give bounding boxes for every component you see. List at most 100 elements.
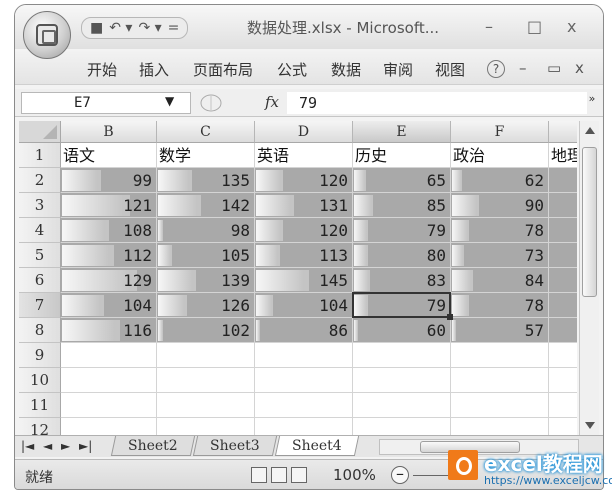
close-button[interactable]: x <box>567 17 576 36</box>
row-header[interactable]: 2 <box>19 168 61 193</box>
help-icon[interactable]: ? <box>487 60 505 78</box>
data-cell[interactable]: 60 <box>353 318 451 343</box>
empty-cell[interactable] <box>549 368 577 393</box>
data-cell[interactable] <box>549 318 577 343</box>
data-cell[interactable]: 126 <box>157 293 255 318</box>
normal-view-icon[interactable] <box>251 467 267 483</box>
row-header[interactable]: 1 <box>19 143 61 168</box>
empty-cell[interactable] <box>255 418 353 435</box>
empty-cell[interactable] <box>61 368 157 393</box>
empty-cell[interactable] <box>255 368 353 393</box>
data-cell[interactable]: 99 <box>61 168 157 193</box>
row-header[interactable]: 7 <box>19 293 61 318</box>
data-cell[interactable]: 104 <box>61 293 157 318</box>
empty-cell[interactable] <box>157 368 255 393</box>
data-cell[interactable]: 86 <box>255 318 353 343</box>
ribbon-close-button[interactable]: x <box>575 59 584 77</box>
last-sheet-icon[interactable]: ►| <box>79 439 92 453</box>
data-cell[interactable]: 90 <box>451 193 549 218</box>
zoom-out-button[interactable]: – <box>391 466 409 484</box>
data-cell[interactable] <box>549 268 577 293</box>
data-cell[interactable]: 57 <box>451 318 549 343</box>
empty-cell[interactable] <box>157 393 255 418</box>
select-all-corner[interactable] <box>19 121 61 143</box>
page-layout-view-icon[interactable] <box>271 467 287 483</box>
data-cell[interactable]: 121 <box>61 193 157 218</box>
header-cell[interactable]: 历史 <box>353 143 451 168</box>
header-cell[interactable]: 地理 <box>549 143 577 168</box>
empty-cell[interactable] <box>157 343 255 368</box>
data-cell[interactable]: 80 <box>353 243 451 268</box>
tab-home[interactable]: 开始 <box>87 59 117 80</box>
column-header[interactable]: D <box>255 121 353 143</box>
row-header[interactable]: 11 <box>19 393 61 418</box>
scroll-down-icon[interactable] <box>585 422 595 429</box>
empty-cell[interactable] <box>353 418 451 435</box>
column-header[interactable]: B <box>61 121 157 143</box>
insert-function-icon[interactable]: fx <box>265 93 279 111</box>
column-header[interactable]: E <box>353 121 451 143</box>
save-icon[interactable]: ■ <box>90 20 103 36</box>
data-cell[interactable]: 129 <box>61 268 157 293</box>
data-cell[interactable]: 79 <box>353 218 451 243</box>
maximize-button[interactable]: □ <box>527 17 542 36</box>
tab-formulas[interactable]: 公式 <box>277 59 307 80</box>
empty-cell[interactable] <box>451 393 549 418</box>
fill-handle[interactable] <box>447 314 453 320</box>
data-cell[interactable]: 98 <box>157 218 255 243</box>
column-header[interactable] <box>549 121 577 143</box>
page-break-view-icon[interactable] <box>291 467 307 483</box>
ribbon-restore-button[interactable]: ▭ <box>547 59 561 77</box>
empty-cell[interactable] <box>255 393 353 418</box>
sheet-tab-4[interactable]: Sheet4 <box>274 436 360 456</box>
empty-cell[interactable] <box>549 418 577 435</box>
data-cell[interactable]: 105 <box>157 243 255 268</box>
office-button[interactable] <box>23 11 71 59</box>
data-cell[interactable]: 113 <box>255 243 353 268</box>
row-header[interactable]: 4 <box>19 218 61 243</box>
data-cell[interactable]: 78 <box>451 293 549 318</box>
row-header[interactable]: 10 <box>19 368 61 393</box>
formula-input[interactable]: 79 <box>287 92 587 114</box>
data-cell[interactable]: 65 <box>353 168 451 193</box>
data-cell[interactable] <box>549 293 577 318</box>
expand-formula-bar-button[interactable]: » <box>585 92 599 114</box>
data-cell[interactable]: 83 <box>353 268 451 293</box>
column-header[interactable]: F <box>451 121 549 143</box>
row-header[interactable]: 8 <box>19 318 61 343</box>
worksheet-grid[interactable]: BCDEF123456789101112语文数学英语历史政治地理99135120… <box>19 121 577 435</box>
header-cell[interactable]: 语文 <box>61 143 157 168</box>
vertical-scroll-thumb[interactable] <box>582 147 597 297</box>
active-cell-outline[interactable] <box>352 292 451 318</box>
empty-cell[interactable] <box>549 343 577 368</box>
empty-cell[interactable] <box>451 418 549 435</box>
data-cell[interactable]: 78 <box>451 218 549 243</box>
data-cell[interactable]: 120 <box>255 218 353 243</box>
data-cell[interactable]: 139 <box>157 268 255 293</box>
empty-cell[interactable] <box>61 393 157 418</box>
empty-cell[interactable] <box>353 343 451 368</box>
data-cell[interactable]: 120 <box>255 168 353 193</box>
tab-page-layout[interactable]: 页面布局 <box>193 59 253 80</box>
row-header[interactable]: 6 <box>19 268 61 293</box>
data-cell[interactable]: 131 <box>255 193 353 218</box>
data-cell[interactable]: 73 <box>451 243 549 268</box>
row-header[interactable]: 9 <box>19 343 61 368</box>
data-cell[interactable] <box>549 168 577 193</box>
empty-cell[interactable] <box>157 418 255 435</box>
undo-icon[interactable]: ↶ ▾ <box>109 20 132 36</box>
data-cell[interactable]: 84 <box>451 268 549 293</box>
tab-view[interactable]: 视图 <box>435 59 465 80</box>
row-header[interactable]: 3 <box>19 193 61 218</box>
empty-cell[interactable] <box>61 418 157 435</box>
data-cell[interactable]: 112 <box>61 243 157 268</box>
vertical-scrollbar[interactable] <box>579 121 599 435</box>
data-cell[interactable]: 135 <box>157 168 255 193</box>
tab-data[interactable]: 数据 <box>331 59 361 80</box>
header-cell[interactable]: 政治 <box>451 143 549 168</box>
empty-cell[interactable] <box>61 343 157 368</box>
row-header[interactable]: 12 <box>19 418 61 435</box>
next-sheet-icon[interactable]: ► <box>61 439 70 453</box>
empty-cell[interactable] <box>451 343 549 368</box>
data-cell[interactable]: 142 <box>157 193 255 218</box>
